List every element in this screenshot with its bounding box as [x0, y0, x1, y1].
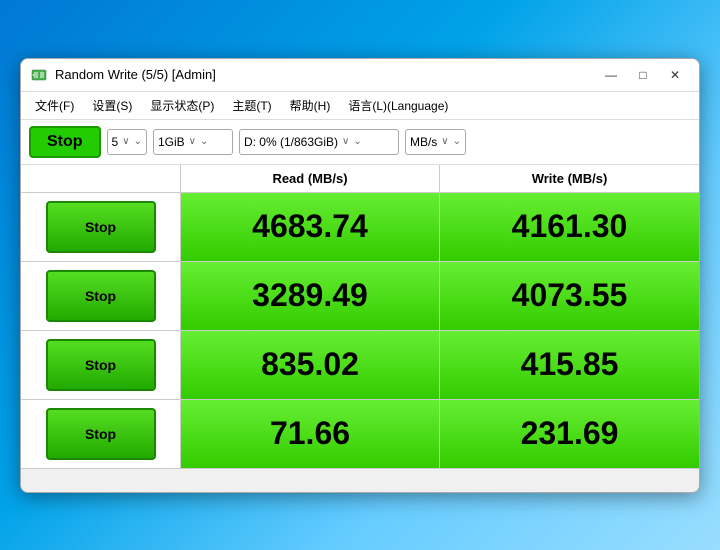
- menu-theme[interactable]: 主题(T): [224, 94, 279, 117]
- window-controls: — □ ✕: [597, 65, 689, 85]
- stop-button-1[interactable]: Stop: [46, 201, 156, 253]
- write-value-3: 415.85: [440, 331, 699, 399]
- read-value-3: 835.02: [181, 331, 440, 399]
- main-window: Random Write (5/5) [Admin] — □ ✕ 文件(F) 设…: [20, 58, 700, 493]
- header-read: Read (MB/s): [181, 165, 440, 192]
- drive-select[interactable]: D: 0% (1/863GiB) ∨: [239, 129, 399, 155]
- stop-button-4[interactable]: Stop: [46, 408, 156, 460]
- table-row: Stop 71.66 231.69: [21, 400, 699, 468]
- read-value-4: 71.66: [181, 400, 440, 468]
- app-icon: [31, 67, 47, 83]
- status-bar: [21, 468, 699, 492]
- menu-language[interactable]: 语言(L)(Language): [340, 94, 456, 117]
- read-value-1: 4683.74: [181, 193, 440, 261]
- read-value-2: 3289.49: [181, 262, 440, 330]
- table-headers: Read (MB/s) Write (MB/s): [21, 165, 699, 193]
- content-area: Read (MB/s) Write (MB/s) Stop 4683.74 41…: [21, 165, 699, 468]
- menu-settings[interactable]: 设置(S): [84, 94, 140, 117]
- main-stop-button[interactable]: Stop: [29, 126, 101, 158]
- stop-button-3[interactable]: Stop: [46, 339, 156, 391]
- write-value-1: 4161.30: [440, 193, 699, 261]
- write-value-4: 231.69: [440, 400, 699, 468]
- stop-cell-3: Stop: [21, 331, 181, 399]
- menu-bar: 文件(F) 设置(S) 显示状态(P) 主题(T) 帮助(H) 语言(L)(La…: [21, 92, 699, 120]
- size-select[interactable]: 1GiB ∨: [153, 129, 233, 155]
- stop-cell-4: Stop: [21, 400, 181, 468]
- menu-display[interactable]: 显示状态(P): [142, 94, 222, 117]
- header-write: Write (MB/s): [440, 165, 699, 192]
- menu-file[interactable]: 文件(F): [27, 94, 82, 117]
- count-select[interactable]: 5 ∨: [107, 129, 147, 155]
- write-value-2: 4073.55: [440, 262, 699, 330]
- stop-button-2[interactable]: Stop: [46, 270, 156, 322]
- title-bar: Random Write (5/5) [Admin] — □ ✕: [21, 59, 699, 92]
- maximize-button[interactable]: □: [629, 65, 657, 85]
- close-button[interactable]: ✕: [661, 65, 689, 85]
- stop-cell-1: Stop: [21, 193, 181, 261]
- menu-help[interactable]: 帮助(H): [282, 94, 339, 117]
- table-row: Stop 4683.74 4161.30: [21, 193, 699, 262]
- window-title: Random Write (5/5) [Admin]: [55, 67, 589, 82]
- minimize-button[interactable]: —: [597, 65, 625, 85]
- table-row: Stop 835.02 415.85: [21, 331, 699, 400]
- table-row: Stop 3289.49 4073.55: [21, 262, 699, 331]
- unit-select[interactable]: MB/s ∨: [405, 129, 466, 155]
- header-stop: [21, 165, 181, 192]
- toolbar: Stop 5 ∨ 1GiB ∨ D: 0% (1/863GiB) ∨ MB/s …: [21, 120, 699, 165]
- stop-cell-2: Stop: [21, 262, 181, 330]
